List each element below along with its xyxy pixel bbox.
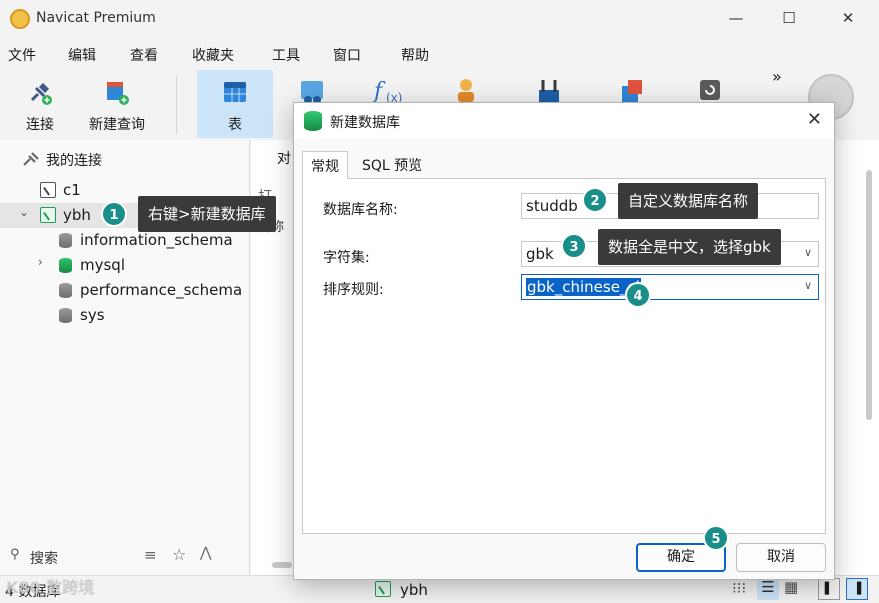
menu-window[interactable]: 窗口: [333, 45, 361, 65]
right-panel-icon[interactable]: ▐: [846, 578, 868, 600]
title-bar: Navicat Premium — ☐ ✕: [0, 0, 879, 38]
search-icon: ⚲: [10, 547, 20, 562]
collation-label: 排序规则:: [323, 282, 384, 298]
database-name-value: studdb: [526, 197, 578, 215]
database-icon: [304, 111, 322, 131]
filter-icon[interactable]: ≡: [144, 546, 157, 564]
charset-value: gbk: [526, 245, 554, 263]
grid-view-icon[interactable]: ⁝⁝⁝: [732, 579, 746, 597]
database-label: performance_schema: [80, 281, 243, 299]
tree-item-sys[interactable]: sys: [0, 303, 250, 328]
tree-header-label: 我的连接: [46, 153, 102, 169]
close-icon[interactable]: ✕: [807, 109, 822, 130]
menu-edit[interactable]: 编辑: [68, 45, 96, 65]
more-tools-chevron[interactable]: »: [772, 67, 782, 86]
plug-icon: [30, 82, 52, 105]
tab-sql-preview[interactable]: SQL 预览: [354, 151, 430, 179]
app-title: Navicat Premium: [36, 10, 156, 26]
step-badge-5: 5: [703, 525, 729, 551]
status-connection: ybh: [400, 581, 428, 599]
tools-icon[interactable]: [535, 76, 563, 104]
watermark: K80 数跨境: [6, 578, 95, 597]
menu-bar: 文件 编辑 查看 收藏夹 工具 窗口 帮助: [0, 38, 879, 70]
plug-small-icon: [23, 152, 39, 166]
table-icon: [224, 82, 246, 102]
menu-favorites[interactable]: 收藏夹: [192, 45, 234, 65]
minimize-button[interactable]: —: [724, 6, 748, 30]
sidebar-search: ⚲ 搜索 ≡ ☆ ⋀: [0, 542, 250, 572]
database-name-label: 数据库名称:: [323, 202, 398, 218]
detail-view-icon[interactable]: ▦: [784, 578, 798, 596]
search-input[interactable]: 搜索: [30, 548, 58, 568]
step-badge-2: 2: [582, 187, 608, 213]
database-label: information_schema: [80, 231, 233, 249]
connection-active-icon: [40, 207, 56, 223]
tree-item-mysql[interactable]: › mysql: [0, 253, 250, 278]
menu-tools[interactable]: 工具: [272, 45, 300, 65]
tree-header-my-connections[interactable]: 我的连接: [0, 147, 250, 172]
database-icon: [59, 283, 72, 298]
database-open-icon: [59, 258, 72, 273]
toolbar-separator: [176, 76, 177, 134]
status-connection-icon: [375, 581, 391, 597]
table-label: 表: [228, 117, 242, 133]
step-badge-1: 1: [101, 201, 127, 227]
step-tip-2: 自定义数据库名称: [618, 183, 759, 219]
maximize-button[interactable]: ☐: [777, 6, 801, 30]
star-icon[interactable]: ☆: [172, 545, 186, 564]
chevron-right-icon[interactable]: ›: [38, 255, 43, 269]
navicat-logo-icon: [10, 9, 30, 29]
step-tip-3: 数据全是中文，选择gbk: [598, 229, 781, 265]
step-tip-1: 右键>新建数据库: [138, 196, 276, 232]
dialog-title: 新建数据库: [330, 115, 400, 131]
menu-help[interactable]: 帮助: [401, 45, 429, 65]
chevron-down-icon: ∨: [803, 279, 812, 292]
query-icon[interactable]: [618, 76, 646, 104]
horizontal-scrollbar[interactable]: [272, 562, 292, 568]
database-label: sys: [80, 306, 105, 324]
new-query-icon: [107, 82, 129, 105]
connect-label: 连接: [26, 117, 54, 133]
menu-file[interactable]: 文件: [8, 45, 36, 65]
database-icon: [59, 308, 72, 323]
connection-icon: [40, 182, 56, 198]
dialog-tabs: 常规 SQL 预览: [302, 151, 826, 179]
table-button[interactable]: 表: [197, 70, 273, 138]
step-badge-3: 3: [561, 233, 587, 259]
cancel-button[interactable]: 取消: [736, 543, 826, 572]
connect-button[interactable]: 连接: [8, 70, 72, 138]
svg-text:f: f: [372, 79, 386, 104]
connection-label: ybh: [63, 206, 91, 224]
left-panel-icon[interactable]: ▌: [818, 578, 840, 600]
menu-view[interactable]: 查看: [130, 45, 158, 65]
step-badge-4: 4: [625, 282, 651, 308]
objects-tab[interactable]: 对: [277, 148, 291, 168]
new-database-dialog: 新建数据库 ✕ 常规 SQL 预览 数据库名称: studdb 字符集: gbk…: [293, 102, 835, 580]
collapse-icon[interactable]: ⋀: [200, 545, 211, 561]
charset-label: 字符集:: [323, 250, 370, 266]
tree-item-performance-schema[interactable]: performance_schema: [0, 278, 250, 303]
backup-icon[interactable]: [696, 76, 724, 104]
new-query-label: 新建查询: [89, 117, 145, 133]
chevron-down-icon: ∨: [803, 246, 812, 259]
database-icon: [59, 233, 72, 248]
list-view-icon[interactable]: ☰: [757, 578, 779, 600]
user-icon[interactable]: [452, 76, 480, 104]
new-query-button[interactable]: 新建查询: [82, 70, 152, 138]
chevron-down-icon[interactable]: ⌄: [19, 205, 29, 219]
database-label: mysql: [80, 256, 125, 274]
collation-select[interactable]: gbk_chinese_ci ∨: [521, 274, 819, 300]
collation-value: gbk_chinese_ci: [526, 278, 641, 296]
scrollbar[interactable]: [866, 170, 872, 420]
connection-label: c1: [63, 181, 81, 199]
tab-general[interactable]: 常规: [302, 151, 348, 179]
close-window-button[interactable]: ✕: [836, 6, 860, 30]
dialog-title-bar: 新建数据库 ✕: [294, 103, 834, 139]
